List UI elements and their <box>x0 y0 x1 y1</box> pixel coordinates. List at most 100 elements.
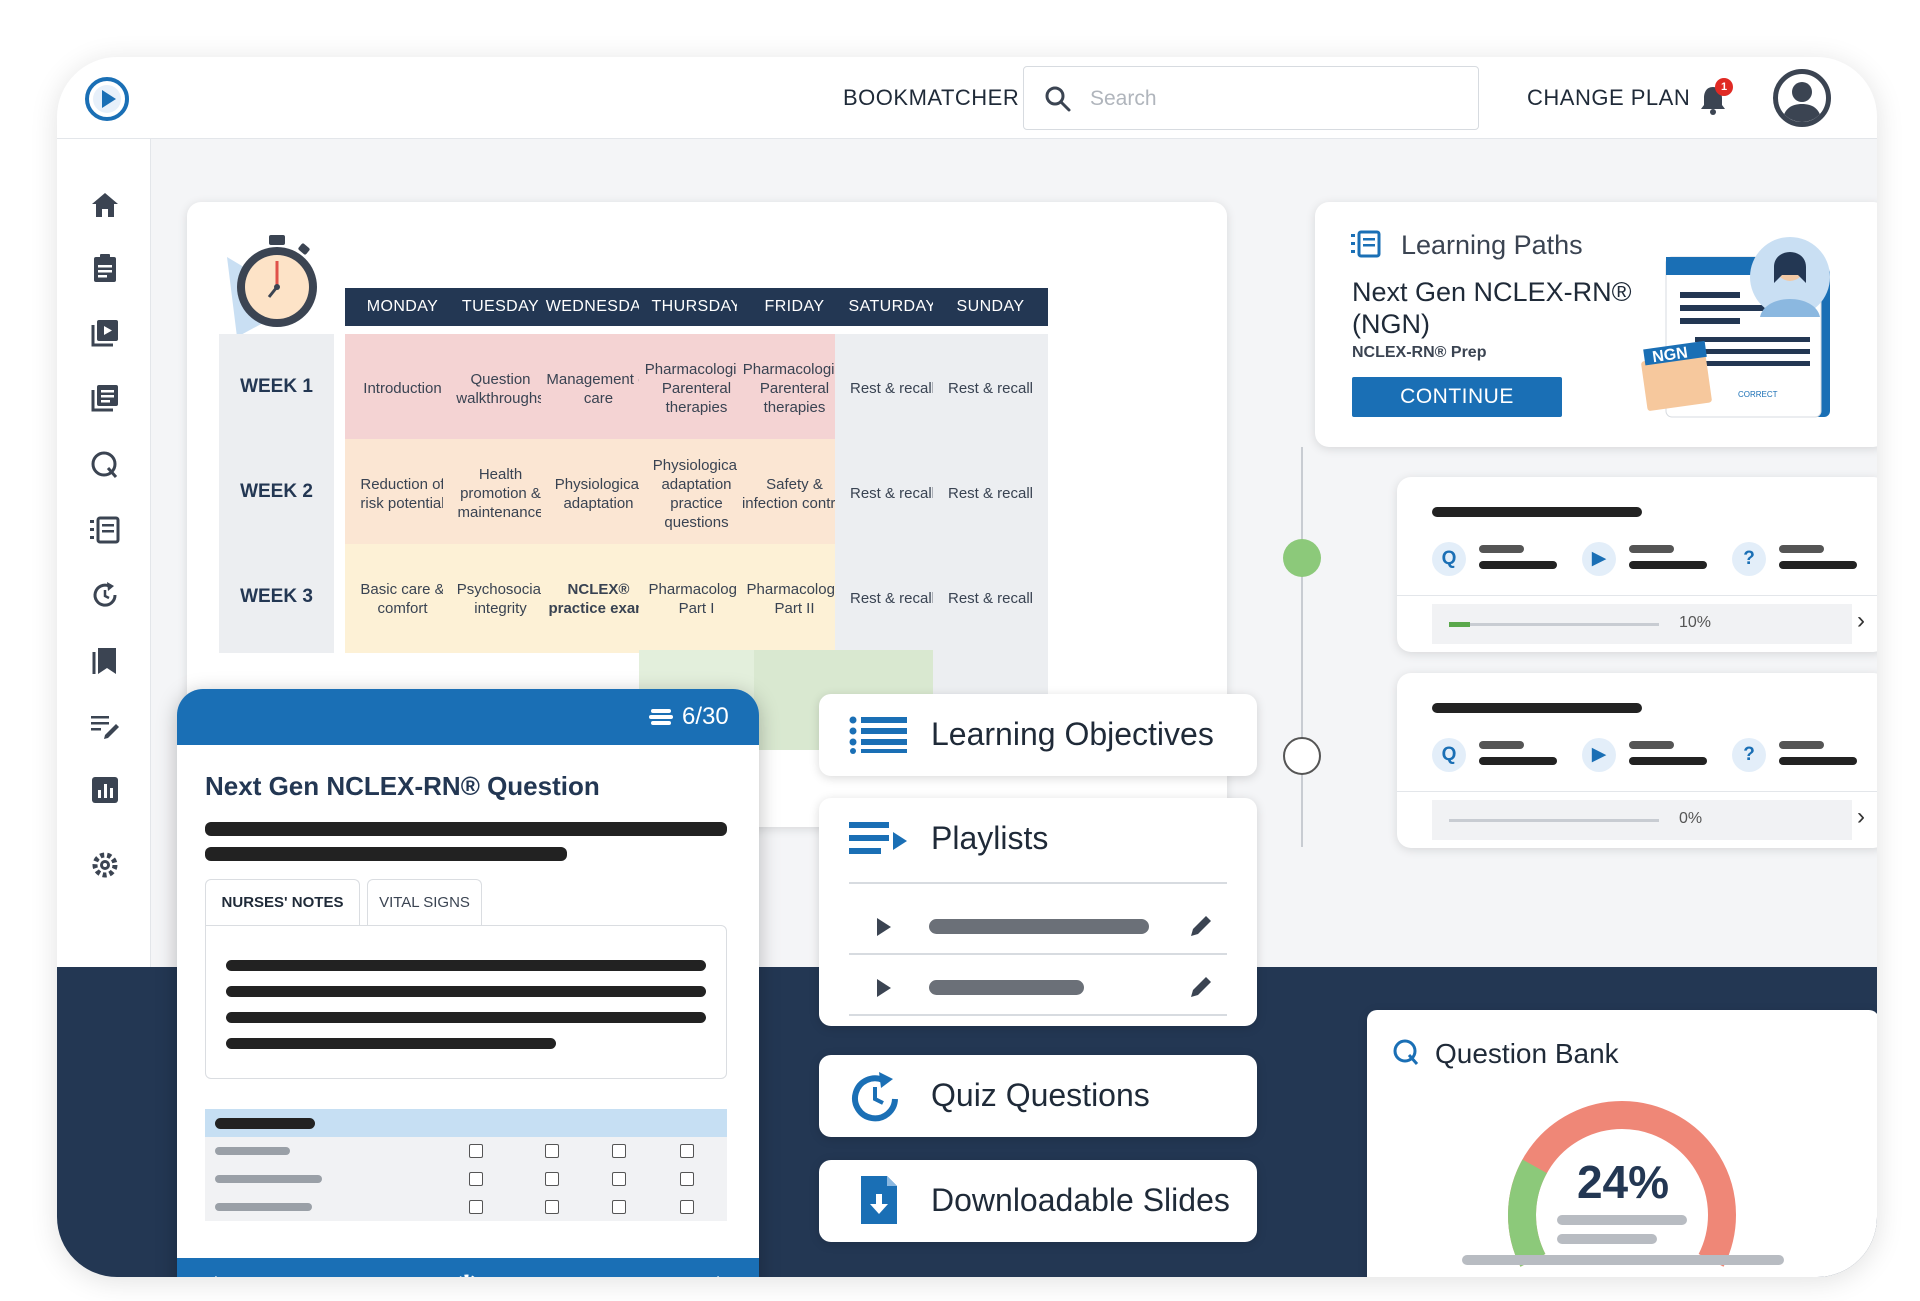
search-input[interactable] <box>1090 81 1450 117</box>
note-line-placeholder <box>226 1012 706 1023</box>
learning-paths-icon <box>1351 230 1381 258</box>
settings-icon[interactable] <box>89 849 121 881</box>
day-header: SUNDAY <box>933 288 1048 326</box>
matrix-checkbox[interactable] <box>545 1200 559 1214</box>
pencil-icon[interactable] <box>1187 912 1215 940</box>
stats-icon[interactable] <box>89 774 121 806</box>
text-placeholder <box>1479 741 1524 749</box>
matrix-checkbox[interactable] <box>680 1172 694 1186</box>
question-card: 6/30 Next Gen NCLEX-RN® Question NURSES'… <box>177 689 759 1277</box>
question-bank-icon <box>1393 1039 1419 1065</box>
change-plan-link[interactable]: CHANGE PLAN <box>1527 85 1690 111</box>
note-line-placeholder <box>226 986 706 997</box>
chevron-right-icon[interactable]: › <box>1857 607 1865 635</box>
text-placeholder <box>1779 757 1857 765</box>
timeline-dot-active <box>1283 539 1321 577</box>
card-title-placeholder <box>1432 507 1642 517</box>
learning-objectives-label: Learning Objectives <box>931 716 1214 752</box>
arrow-right-icon[interactable] <box>703 1274 729 1277</box>
schedule-cell[interactable]: Rest & recall <box>933 334 1048 443</box>
user-icon <box>1782 82 1822 122</box>
week-label: WEEK 2 <box>219 439 334 548</box>
question-icon: Q <box>1432 542 1466 576</box>
row-label-placeholder <box>215 1175 322 1183</box>
text-placeholder <box>1479 545 1524 553</box>
tab-nurses-notes[interactable]: NURSES' NOTES <box>205 879 360 925</box>
playlists-card[interactable]: Playlists <box>819 798 1257 1026</box>
help-icon: ? <box>1732 542 1766 576</box>
matrix-checkbox[interactable] <box>469 1200 483 1214</box>
list-icon <box>849 716 907 754</box>
question-bank-card[interactable]: Question Bank 24% <box>1367 1010 1877 1277</box>
notification-badge: 1 <box>1715 78 1733 96</box>
question-bank-icon[interactable] <box>89 449 121 481</box>
progress-card[interactable]: Q ▶ ? 0% › <box>1397 673 1877 848</box>
learning-paths-icon[interactable] <box>89 514 121 546</box>
text-placeholder <box>1557 1215 1687 1225</box>
help-icon: ? <box>1732 738 1766 772</box>
chevron-right-icon[interactable]: › <box>1857 803 1865 831</box>
video-icon: ▶ <box>1582 738 1616 772</box>
matrix-checkbox[interactable] <box>680 1200 694 1214</box>
matrix-checkbox[interactable] <box>469 1144 483 1158</box>
search-box[interactable] <box>1023 66 1479 130</box>
matrix-checkbox[interactable] <box>612 1144 626 1158</box>
text-placeholder <box>1462 1255 1784 1265</box>
continue-button[interactable]: CONTINUE <box>1352 377 1562 417</box>
learning-path-title: Next Gen NCLEX-RN® (NGN) <box>1352 277 1632 339</box>
schedule-cell[interactable]: Rest & recall <box>933 544 1048 653</box>
matrix-checkbox[interactable] <box>680 1144 694 1158</box>
progress-percent: 0% <box>1679 810 1703 827</box>
question-text-placeholder <box>205 822 727 836</box>
bookmatcher-link[interactable]: BOOKMATCHER <box>843 85 1019 111</box>
counter-icon <box>649 709 673 725</box>
pencil-icon[interactable] <box>1187 973 1215 1001</box>
settings-icon[interactable] <box>452 1272 482 1277</box>
question-bank-title: Question Bank <box>1435 1038 1619 1069</box>
week-label: WEEK 1 <box>219 334 334 443</box>
video-library-icon[interactable] <box>89 317 121 349</box>
downloadable-slides-card[interactable]: Downloadable Slides <box>819 1160 1257 1242</box>
note-line-placeholder <box>226 1038 556 1049</box>
progress-card[interactable]: Q ▶ ? 10% › <box>1397 477 1877 652</box>
tab-vital-signs[interactable]: VITAL SIGNS <box>367 879 482 925</box>
notes-panel <box>205 925 727 1079</box>
question-title: Next Gen NCLEX-RN® Question <box>205 771 600 801</box>
downloadable-slides-label: Downloadable Slides <box>931 1182 1230 1218</box>
learning-paths-panel: Learning Paths Next Gen NCLEX-RN® (NGN) … <box>1315 202 1877 447</box>
matrix-checkbox[interactable] <box>612 1172 626 1186</box>
progress-track <box>1449 819 1659 822</box>
quiz-refresh-icon[interactable] <box>89 579 121 611</box>
week-label: WEEK 3 <box>219 544 334 653</box>
matrix-checkbox[interactable] <box>469 1172 483 1186</box>
note-line-placeholder <box>226 960 706 971</box>
quiz-questions-card[interactable]: Quiz Questions <box>819 1055 1257 1137</box>
schedule-cell[interactable]: Rest & recall <box>933 439 1048 548</box>
learning-objectives-card[interactable]: Learning Objectives <box>819 694 1257 776</box>
matrix-checkbox[interactable] <box>545 1144 559 1158</box>
progress-track <box>1449 623 1659 626</box>
arrow-left-icon[interactable] <box>205 1274 231 1277</box>
text-placeholder <box>1779 561 1857 569</box>
matrix-checkbox[interactable] <box>545 1172 559 1186</box>
video-icon: ▶ <box>1582 542 1616 576</box>
row-label-placeholder <box>215 1203 312 1211</box>
avatar[interactable] <box>1773 69 1831 127</box>
notes-icon[interactable] <box>89 382 121 414</box>
text-placeholder <box>1479 757 1557 765</box>
matrix-checkbox[interactable] <box>612 1200 626 1214</box>
play-icon[interactable] <box>875 977 893 999</box>
app-window: BOOKMATCHER CHANGE PLAN 1 <box>57 57 1877 1277</box>
text-placeholder <box>1629 741 1674 749</box>
card-title-placeholder <box>1432 703 1642 713</box>
question-bank-percent: 24% <box>1576 1156 1670 1208</box>
header-placeholder <box>215 1118 315 1129</box>
search-icon <box>1045 86 1071 112</box>
logo-icon[interactable] <box>83 75 131 123</box>
edit-list-icon[interactable] <box>89 709 121 741</box>
timeline-dot-inactive <box>1283 737 1321 775</box>
clipboard-icon[interactable] <box>89 252 121 284</box>
play-icon[interactable] <box>875 916 893 938</box>
bookmark-icon[interactable] <box>89 644 121 676</box>
home-icon[interactable] <box>89 189 121 221</box>
